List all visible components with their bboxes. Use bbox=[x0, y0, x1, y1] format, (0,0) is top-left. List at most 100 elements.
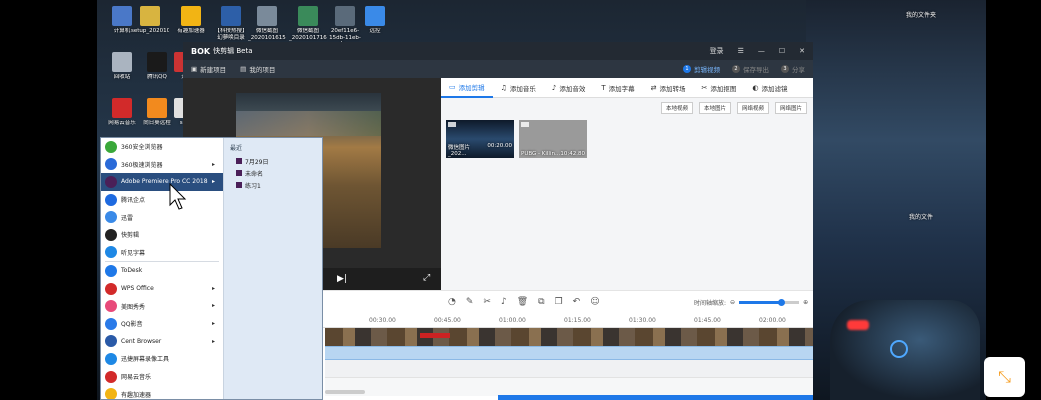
start-menu-item[interactable]: Adobe Premiere Pro CC 2018 ▸ bbox=[101, 173, 223, 191]
netease-music-icon bbox=[112, 98, 132, 118]
subtitle-icon: T bbox=[601, 83, 606, 92]
start-menu-item[interactable]: 快剪辑 bbox=[101, 226, 223, 244]
desktop-icon[interactable]: 远控 bbox=[356, 6, 394, 35]
tab-label: 添加抠图 bbox=[710, 84, 737, 93]
start-menu-item[interactable]: ToDesk bbox=[101, 262, 223, 280]
start-menu-item[interactable]: 迅雷 bbox=[101, 208, 223, 226]
tab-bar: ▭ 添加剪辑 ♫ 添加音乐 ♪ 添加音效 T 添加字幕 ⇄ 添加转场 ✂ 添加抠图 ◐ 添加滤镜 bbox=[441, 78, 813, 98]
net-image-button[interactable]: 网络图片 bbox=[774, 102, 807, 114]
desktop-label-my-files: 我的文件 bbox=[909, 214, 934, 221]
tab-transition[interactable]: ⇄ 添加转场 bbox=[643, 78, 694, 98]
program-icon bbox=[105, 388, 117, 399]
program-icon bbox=[105, 228, 117, 241]
play-next-icon[interactable]: ▶| bbox=[337, 274, 347, 284]
fullscreen-icon[interactable]: ⤢ bbox=[423, 273, 430, 283]
start-menu-item[interactable]: Cent Browser ▸ bbox=[101, 333, 223, 351]
video-badge-icon bbox=[521, 122, 529, 127]
desktop-icon[interactable]: 有趣加速器 bbox=[172, 6, 210, 35]
desktop-icon-label: setup_20201026a bbox=[131, 28, 169, 34]
program-icon bbox=[105, 211, 117, 224]
start-menu-item[interactable]: 360安全浏览器 bbox=[101, 138, 223, 156]
my-projects-label: 我的项目 bbox=[249, 66, 276, 74]
audio-track[interactable] bbox=[325, 346, 813, 360]
media-item[interactable]: 微信图片_202... 00:20.00 bbox=[446, 120, 514, 158]
expand-corner-button[interactable]: ⤡ bbox=[984, 357, 1025, 397]
desktop-icon[interactable]: 微信截图_20201017165... bbox=[289, 6, 327, 41]
tab-cutout[interactable]: ✂ 添加抠图 bbox=[694, 78, 745, 98]
start-menu-item[interactable]: 360极速浏览器 ▸ bbox=[101, 156, 223, 174]
timeline-zoom: 时间轴缩放: ⊖ ⊕ bbox=[694, 298, 808, 307]
zoom-knob[interactable] bbox=[778, 299, 786, 306]
program-label: 360极速浏览器 bbox=[121, 161, 163, 169]
step-share[interactable]: 3 分享 bbox=[781, 64, 805, 74]
scissors-icon[interactable]: ✂ bbox=[483, 297, 491, 307]
desktop-icon[interactable]: 【科技热搜】幻夢唤目录 bbox=[212, 6, 250, 41]
start-menu-item[interactable]: QQ影音 ▸ bbox=[101, 315, 223, 333]
local-video-button[interactable]: 本地视频 bbox=[660, 102, 693, 114]
crop-icon[interactable]: ⧉ bbox=[538, 297, 544, 307]
start-menu-recent: 最近 7月29日 未命名 练习1 bbox=[223, 138, 322, 399]
emoji-icon[interactable]: ☺ bbox=[590, 297, 599, 307]
media-item[interactable]: PUBG - Killin... 10:42.80 bbox=[519, 120, 587, 158]
minimize-icon[interactable]: — bbox=[758, 47, 765, 55]
desktop-icon[interactable]: 微信截图_20201016152... bbox=[248, 6, 286, 41]
timeline-scrollbar[interactable] bbox=[325, 390, 365, 394]
program-label: 迅雷 bbox=[121, 214, 134, 222]
trash-icon[interactable]: 🗑 bbox=[517, 297, 528, 307]
start-menu-item[interactable]: 腾讯企点 bbox=[101, 191, 223, 209]
letterbox-left bbox=[0, 0, 97, 400]
tab-subtitle[interactable]: T 添加字幕 bbox=[593, 78, 642, 98]
ruler-tick: 01:00.00 bbox=[499, 317, 526, 324]
ruler-tick: 01:15.00 bbox=[564, 317, 591, 324]
desktop-icon[interactable]: 网易云音乐 bbox=[103, 98, 141, 127]
tab-filter[interactable]: ◐ 添加滤镜 bbox=[744, 78, 795, 98]
menu-icon[interactable]: ☰ bbox=[738, 47, 744, 55]
maximize-icon[interactable]: ☐ bbox=[779, 47, 785, 55]
my-projects-button[interactable]: ▤ 我的项目 bbox=[240, 64, 275, 74]
video-track[interactable] bbox=[325, 328, 813, 346]
edit-pencil-icon[interactable]: ✎ bbox=[466, 297, 474, 307]
start-menu-item[interactable]: 网易云音乐 bbox=[101, 368, 223, 386]
close-icon[interactable]: ✕ bbox=[799, 47, 805, 55]
desktop-icon[interactable]: 回收站 bbox=[103, 52, 141, 81]
step-edit-video[interactable]: 1 剪辑视频 bbox=[683, 64, 720, 74]
filter-icon: ◐ bbox=[752, 83, 759, 92]
start-menu-item[interactable]: 有趣加速器 bbox=[101, 385, 223, 399]
start-menu-item[interactable]: 美图秀秀 ▸ bbox=[101, 297, 223, 315]
program-icon bbox=[105, 317, 117, 330]
bell-icon[interactable]: ♪ bbox=[501, 297, 507, 307]
undo-icon[interactable]: ↶ bbox=[573, 297, 581, 307]
step-save-export[interactable]: 2 保存导出 bbox=[732, 64, 769, 74]
copy-icon[interactable]: ❐ bbox=[555, 297, 563, 307]
computer-icon bbox=[112, 6, 132, 26]
program-label: WPS Office bbox=[121, 285, 154, 293]
desktop-icon[interactable]: setup_20201026a bbox=[131, 6, 169, 35]
recent-item[interactable]: 练习1 bbox=[224, 179, 322, 191]
start-menu-item[interactable]: 迅捷屏幕录像工具 bbox=[101, 350, 223, 368]
start-menu-item[interactable]: 听见字幕 bbox=[101, 244, 223, 262]
menu-bar: ▣ 新建项目 ▤ 我的项目 1 剪辑视频 2 保存导出 3 分享 bbox=[183, 60, 813, 78]
program-icon bbox=[105, 300, 117, 313]
recent-item[interactable]: 7月29日 bbox=[224, 155, 322, 167]
new-project-button[interactable]: ▣ 新建项目 bbox=[191, 64, 226, 74]
tab-video-clip[interactable]: ▭ 添加剪辑 bbox=[441, 78, 493, 98]
tab-label: 添加音效 bbox=[559, 84, 586, 93]
tab-music[interactable]: ♫ 添加音乐 bbox=[493, 78, 544, 98]
login-button[interactable]: 登录 bbox=[710, 46, 724, 56]
program-label: Adobe Premiere Pro CC 2018 bbox=[121, 178, 208, 186]
recent-item[interactable]: 未命名 bbox=[224, 167, 322, 179]
expand-arrows-icon: ⤡ bbox=[998, 367, 1011, 386]
net-video-button[interactable]: 网络视频 bbox=[736, 102, 769, 114]
zoom-out-icon[interactable]: ⊖ bbox=[730, 299, 735, 306]
speed-icon[interactable]: ◔ bbox=[448, 297, 456, 307]
tab-sound-effect[interactable]: ♪ 添加音效 bbox=[544, 78, 593, 98]
zoom-slider[interactable] bbox=[739, 299, 800, 306]
tab-label: 添加转场 bbox=[659, 84, 686, 93]
zoom-in-icon[interactable]: ⊕ bbox=[803, 299, 808, 306]
empty-track[interactable] bbox=[325, 360, 813, 378]
zoom-label: 时间轴缩放: bbox=[694, 300, 727, 307]
empty-track[interactable] bbox=[325, 378, 813, 396]
local-image-button[interactable]: 本地图片 bbox=[698, 102, 731, 114]
start-menu-item[interactable]: WPS Office ▸ bbox=[101, 280, 223, 298]
program-label: 有趣加速器 bbox=[121, 391, 152, 399]
